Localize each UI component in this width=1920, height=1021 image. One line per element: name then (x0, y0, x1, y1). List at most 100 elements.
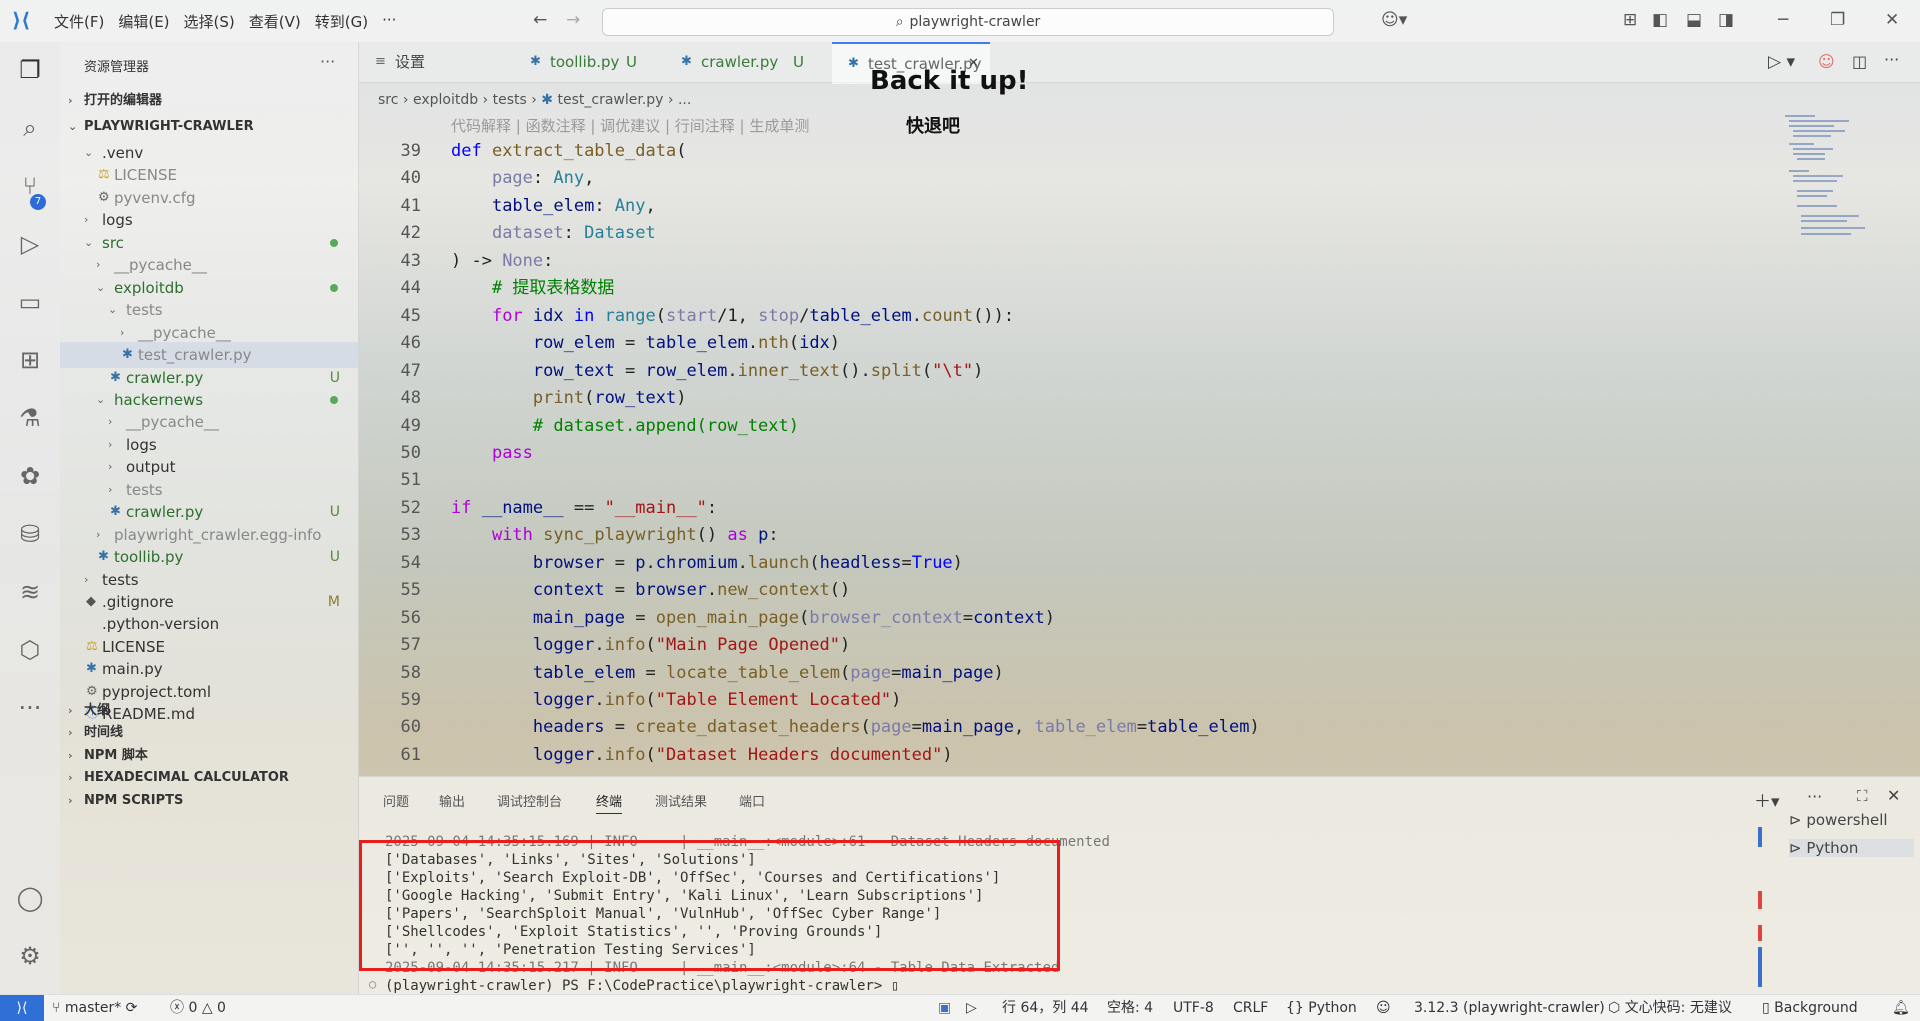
menu-item[interactable]: 转到(G) (315, 11, 368, 32)
menu-item[interactable]: 文件(F) (54, 11, 104, 32)
ai-assistant-status[interactable]: ⬡ 文心快码: 无建议 (1608, 995, 1732, 1021)
run-button-icon[interactable]: ▷ ▾ (1768, 52, 1795, 72)
editor-tab[interactable]: ≡ 设置 (359, 42, 509, 82)
editor-more-icon[interactable]: ··· (1884, 50, 1899, 69)
new-terminal-icon[interactable]: ＋▾ (1754, 787, 1780, 812)
code-token: logger (532, 635, 595, 656)
code-text: browser = p.chromium.launch(headless=Tru… (451, 550, 963, 577)
menu-item[interactable]: 查看(V) (249, 11, 301, 32)
account-icon[interactable]: ◯ (14, 882, 46, 914)
back-arrow-icon[interactable]: ← (533, 10, 547, 30)
menu-item[interactable]: 编辑(E) (118, 11, 169, 32)
toggle-secondary-sidebar-icon[interactable]: ◨ (1718, 10, 1734, 30)
problems-item[interactable]: ⓧ 0 △ 0 (170, 995, 226, 1021)
manage-gear-icon[interactable]: ⚙ (14, 940, 46, 972)
minimap[interactable] (1785, 115, 1875, 245)
project-section[interactable]: ⌄ PLAYWRIGHT-CRAWLER (60, 114, 358, 140)
codelens-actions[interactable]: 代码解释 | 函数注释 | 调优建议 | 行间注释 | 生成单测 (451, 115, 809, 136)
branch-item[interactable]: ⑂ master* ⟳ (52, 995, 137, 1021)
run-debug-icon[interactable]: ▷ (14, 228, 46, 260)
command-center-search[interactable]: ⌕ playwright-crawler (602, 8, 1334, 36)
open-editors-section[interactable]: › 打开的编辑器 (60, 88, 358, 114)
layout-icon[interactable]: ▣ (938, 995, 951, 1021)
code-token: . (737, 552, 748, 573)
menu-item[interactable]: ··· (382, 11, 396, 32)
editor-tabs: ≡ 设置 ✱ toollib.py U ✱ crawler.py U ✱ test_crawler… (359, 42, 1920, 84)
code-token: page (870, 717, 912, 738)
panel-tab[interactable]: 端口 (739, 791, 765, 810)
terminal-scrollbar[interactable] (1758, 827, 1764, 987)
breadcrumb-item[interactable]: ... (678, 92, 691, 108)
sidebar-section[interactable]: › NPM SCRIPTS (60, 788, 358, 814)
cursor-position[interactable]: 行 64，列 44 (1002, 995, 1089, 1021)
encoding[interactable]: UTF-8 (1173, 995, 1214, 1021)
search-view-icon[interactable]: ⌕ (14, 112, 46, 144)
customize-layout-icon[interactable]: ⊞ (1623, 10, 1637, 30)
remote-indicator[interactable]: ⟩⟨ (0, 995, 44, 1021)
code-text: with sync_playwright() as p: (451, 522, 779, 549)
overlay-title: Back it up! (870, 66, 1029, 96)
toggle-panel-icon[interactable]: ⬓ (1686, 10, 1702, 30)
layers-icon[interactable]: ≋ (14, 576, 46, 608)
copilot-icon[interactable]: ☺▾ (1381, 10, 1407, 30)
breadcrumb-item[interactable]: exploitdb (413, 92, 478, 108)
terminal-instance[interactable]: ⊳ powershell (1789, 811, 1888, 829)
code-token: = (635, 662, 666, 683)
panel-tab[interactable]: 问题 (383, 791, 409, 810)
remote-explorer-icon[interactable]: ▭ (14, 286, 46, 318)
code-token: row_elem (645, 360, 728, 381)
code-token: . (594, 744, 605, 765)
background-item[interactable]: ▯ Background (1762, 995, 1858, 1021)
code-token: browser_context (809, 607, 963, 628)
code-token: main_page (901, 662, 994, 683)
testing-icon[interactable]: ⚗ (14, 402, 46, 434)
breadcrumb-item[interactable]: test_crawler.py (557, 92, 663, 108)
notifications-icon[interactable]: 🔔︎ (1892, 995, 1910, 1021)
copilot-status-icon[interactable]: ☺ (1376, 995, 1391, 1021)
panel-more-icon[interactable]: ··· (1807, 787, 1822, 806)
panel-tab[interactable]: 调试控制台 (497, 791, 562, 810)
language-mode[interactable]: {} Python (1286, 995, 1357, 1021)
split-editor-icon[interactable]: ◫ (1852, 52, 1867, 71)
maximize-panel-icon[interactable]: ⛶ (1857, 787, 1868, 805)
editor-tab[interactable]: ✱ crawler.py U (665, 42, 827, 82)
eol[interactable]: CRLF (1233, 995, 1268, 1021)
code-token: create_dataset_headers (635, 717, 861, 738)
more-icon[interactable]: ··· (14, 692, 46, 724)
forward-arrow-icon[interactable]: → (566, 10, 580, 30)
python-file-icon: ✱ (530, 54, 541, 69)
sidebar-more-icon[interactable]: ··· (320, 52, 335, 71)
editor-tab[interactable]: ✱ toollib.py U (514, 42, 660, 82)
code-token: , (1014, 717, 1035, 738)
modified-dot-icon (330, 395, 338, 404)
breadcrumb-item[interactable]: tests (493, 92, 527, 108)
panel-tab[interactable]: 输出 (439, 791, 465, 810)
run-icon[interactable]: ▷ (966, 995, 977, 1021)
explorer-icon[interactable]: ❐ (14, 54, 46, 86)
extensions-icon[interactable]: ⊞ (14, 344, 46, 376)
git-graph-icon[interactable]: ✿ (14, 460, 46, 492)
toggle-sidebar-icon[interactable]: ◧ (1652, 10, 1668, 30)
code-token: browser (635, 580, 707, 601)
code-text: row_elem = table_elem.nth(idx) (451, 330, 840, 357)
copilot-chat-icon[interactable]: ☺ (1818, 52, 1835, 71)
line-number: 44 (400, 278, 421, 299)
close-window-icon[interactable]: ✕ (1885, 10, 1899, 30)
panel-tab[interactable]: 测试结果 (655, 791, 707, 810)
indentation[interactable]: 空格: 4 (1107, 995, 1153, 1021)
code-token: ( (839, 662, 851, 683)
breadcrumb-item[interactable]: src (378, 92, 398, 108)
code-token: table_elem (1147, 717, 1250, 738)
menu-item[interactable]: 选择(S) (184, 11, 235, 32)
restore-icon[interactable]: ❐ (1830, 10, 1845, 30)
hexagon-icon[interactable]: ⬡ (14, 634, 46, 666)
terminal-instance[interactable]: ⊳ Python (1789, 839, 1914, 857)
close-panel-icon[interactable]: ✕ (1887, 786, 1900, 805)
panel-tab[interactable]: 终端 (596, 791, 623, 814)
code-token: row_text (532, 360, 615, 381)
database-icon[interactable]: ⛁ (14, 518, 46, 550)
python-interpreter[interactable]: 3.12.3 (playwright-crawler) (1414, 995, 1605, 1021)
minimize-icon[interactable]: ─ (1778, 10, 1788, 30)
